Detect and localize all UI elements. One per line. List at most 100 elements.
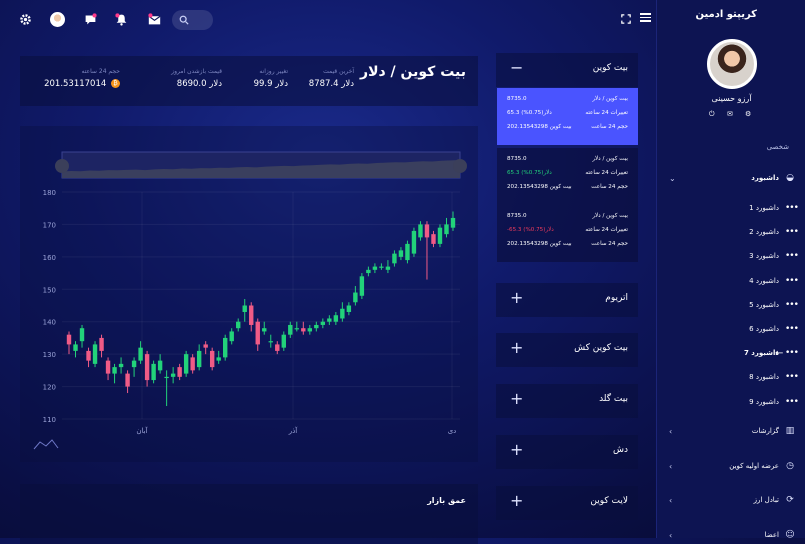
candle-body [392,253,397,264]
menu-icon[interactable] [640,11,651,24]
candle-body [151,363,156,381]
coin-item[interactable]: لایت کوین + [496,486,638,520]
candle-body [92,344,98,364]
sidebar-item-label: داشبورد 6 [749,325,779,333]
dots-icon: ••• [785,397,799,407]
sidebar-item-2[interactable]: داشبورد 1 ••• [665,201,799,215]
candle-body [177,367,182,377]
coin-item[interactable]: بیت کوین کش + [496,333,638,367]
candle-body [262,328,267,332]
sidebar-item-5[interactable]: داشبورد 4 ••• [665,274,799,288]
candle-body [125,373,130,387]
sidebar-item-4[interactable]: داشبورد 3 ••• [665,249,799,263]
stat-last-price: آخرین قیمت 8787.4 دلار [309,68,354,89]
sidebar-item-label: داشبورد [751,174,779,182]
candle-body [144,354,150,381]
sidebar-item-label: داشبورد 4 [749,277,779,285]
candle-body [307,328,313,332]
ticker-pair: بیت کوین / دلار [592,213,628,219]
bell-icon[interactable] [112,10,130,28]
candle-body [79,328,85,342]
sidebar-item-12[interactable]: ‹ عرضه اولیه کوین ◷ [665,459,795,473]
ticker-pair: بیت کوین / دلار [592,156,628,162]
candle-body [157,360,163,371]
sidebar-item-label: داشبورد 2 [749,228,779,236]
candle-body [229,331,234,342]
candle-body [405,243,410,261]
expand-icon[interactable]: + [510,338,523,357]
sidebar-item-8[interactable]: ← داشبورد 7 ••• [665,346,799,360]
arrow-left-icon: ← [775,347,784,359]
sidebar-item-label: تبادل ارز [753,496,779,504]
candle-body [255,321,260,345]
candle-body [242,305,247,312]
candle-body [183,354,189,374]
chevron-down-icon: ⌄ [669,173,676,183]
settings-icon[interactable] [16,10,34,28]
sidebar-item-14[interactable]: ‹ اعضا ☺ [665,528,795,542]
candle-body [73,344,78,351]
chevron-left-icon: ‹ [669,461,673,471]
candle-body [216,357,221,361]
candle-body [164,376,169,379]
coin-name: اتریوم [605,293,628,303]
settings-small-icon[interactable]: ⚙ [745,110,751,118]
sidebar-item-3[interactable]: داشبورد 2 ••• [665,225,799,239]
candle-body [314,324,319,329]
market-depth-card: عمق بازار [20,484,478,544]
stat-open-price: قیمت بازشدن امروز 8690.0 دلار [171,68,222,89]
x-tick-label: آبان [136,426,148,435]
ticker-pair: بیت کوین / دلار [592,96,628,102]
y-tick-label: 110 [43,416,56,424]
candle-body [203,344,208,348]
sidebar-item-1[interactable]: ⌄ داشبورد ◒ [665,171,795,185]
y-tick-label: 180 [43,189,56,197]
sidebar-item-13[interactable]: ‹ تبادل ارز ⟳ [665,493,795,507]
navigator-handle-right [453,159,467,173]
coin-item[interactable]: اتریوم + [496,283,638,317]
expand-icon[interactable]: + [510,389,523,408]
dots-icon: ••• [785,203,799,213]
sidebar-item-7[interactable]: داشبورد 6 ••• [665,322,799,336]
power-icon[interactable]: ⏻ [709,110,715,119]
sidebar-item-label: داشبورد 9 [749,398,779,406]
market-depth-title: عمق بازار [427,496,466,505]
user-avatar[interactable] [48,10,66,28]
ticker-card[interactable]: 8735.0 بیت کوین / دلار 65.3 دلار(0.75%) تغی… [497,88,638,145]
candle-body [105,360,111,374]
users-icon: ☺ [785,530,795,540]
candle-body [385,266,391,270]
fullscreen-icon[interactable] [617,10,635,28]
x-tick-label: دی [448,427,457,435]
mail-small-icon[interactable]: ✉ [727,110,733,118]
stat-label: قیمت بازشدن امروز [171,68,222,75]
sidebar-item-11[interactable]: ‹ گزارشات ▥ [665,424,795,438]
y-tick-label: 140 [43,319,56,327]
sidebar-item-9[interactable]: داشبورد 8 ••• [665,370,799,384]
ticker-card[interactable]: 8735.0 بیت کوین / دلار 65.3 دلار(0.75%) تغی… [497,148,638,205]
expand-icon[interactable]: + [510,288,523,307]
candle-body [170,373,176,377]
ticker-price: 8735.0 [507,156,527,162]
candle-body [424,224,430,238]
stat-value: 201.53117014 ₿ [44,79,120,89]
candle-body [196,350,202,368]
collapse-icon[interactable]: − [510,58,523,77]
ticker-card[interactable]: 8735.0 بیت کوین / دلار -65.3 دلار(0.75%) تغ… [497,205,638,262]
sidebar-item-label: داشبورد 5 [749,301,779,309]
chat-icon[interactable] [81,10,99,28]
candlestick-chart[interactable]: 110 120 130 140 150 160 170 180 آبان آذر دی [20,126,478,462]
expand-icon[interactable]: + [510,491,523,510]
coin-item[interactable]: دش + [496,435,638,469]
expand-icon[interactable]: + [510,440,523,459]
chevron-left-icon: ‹ [669,426,673,436]
coin-item[interactable]: بیت گلد + [496,384,638,418]
coin-name: لایت کوین [590,496,628,506]
coin-bitcoin-header[interactable]: بیت کوین − [496,53,638,87]
sidebar-item-10[interactable]: داشبورد 9 ••• [665,395,799,409]
mail-icon[interactable] [145,10,163,28]
sidebar-item-6[interactable]: داشبورد 5 ••• [665,298,799,312]
profile-avatar[interactable] [707,39,757,89]
search-input[interactable] [172,10,213,30]
candle-body [411,230,417,254]
